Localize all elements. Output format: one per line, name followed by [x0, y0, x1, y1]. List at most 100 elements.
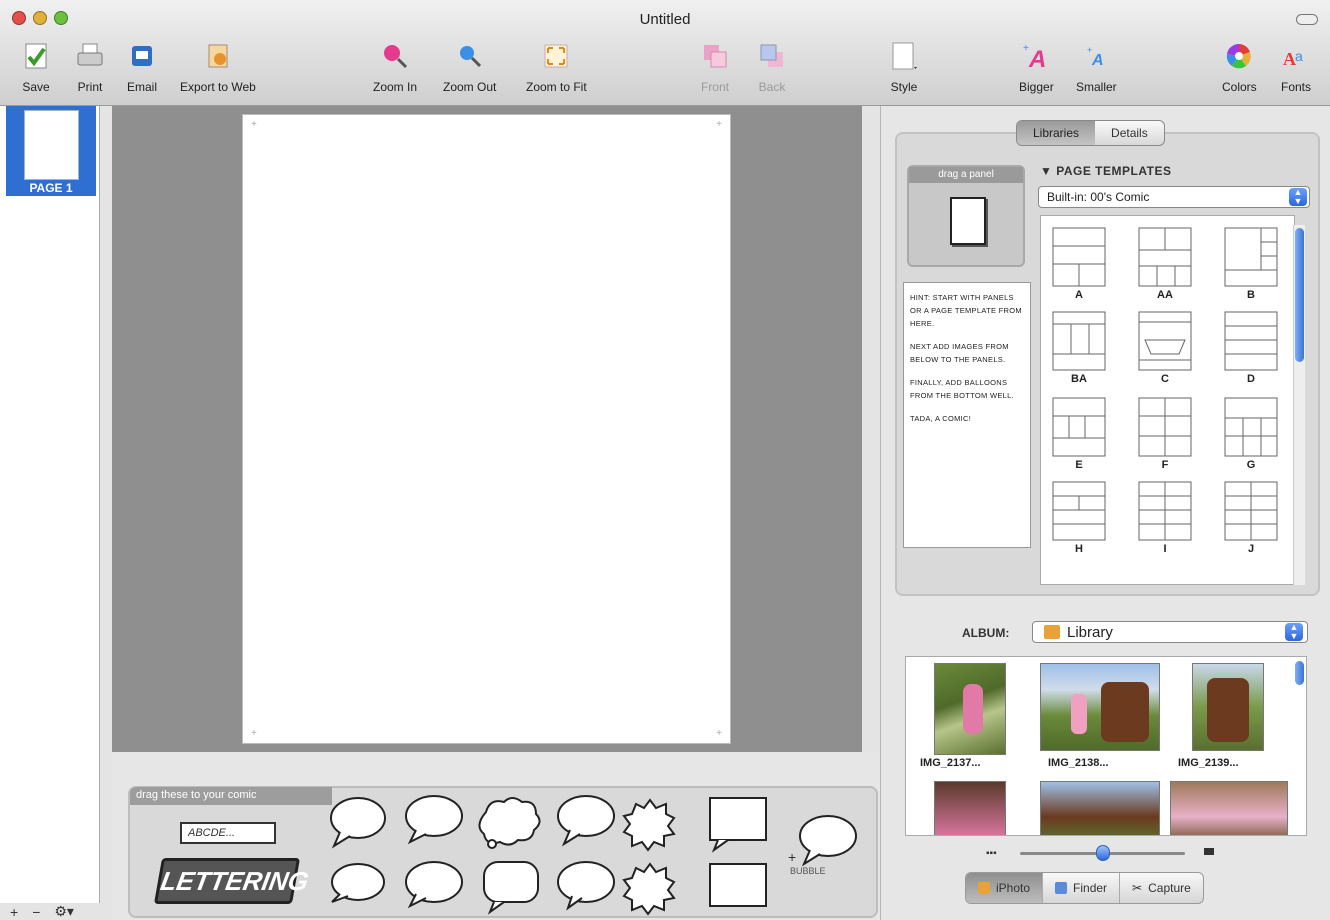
- smaller-button[interactable]: A + Smaller: [1076, 40, 1117, 94]
- caption-box[interactable]: [709, 797, 767, 853]
- speech-balloon[interactable]: [330, 797, 386, 849]
- panel-item[interactable]: [950, 197, 986, 245]
- bigger-button[interactable]: A + Bigger: [1019, 40, 1054, 94]
- zoom-fit-icon: [540, 40, 572, 72]
- remove-page-button[interactable]: −: [32, 904, 40, 920]
- template-item[interactable]: F: [1135, 396, 1195, 471]
- printer-icon: [74, 40, 106, 72]
- photo-thumbnail[interactable]: [1192, 663, 1264, 751]
- balloon-shapes: [330, 795, 767, 916]
- template-item[interactable]: D: [1221, 310, 1281, 385]
- page-templates-heading[interactable]: ▼ PAGE TEMPLATES: [1040, 164, 1171, 178]
- photo-thumbnail[interactable]: [1040, 663, 1160, 751]
- capture-icon: ✂: [1132, 881, 1143, 895]
- page-list: [0, 106, 100, 903]
- photo-scroll-thumb[interactable]: [1295, 661, 1304, 685]
- colors-button[interactable]: Colors: [1222, 40, 1257, 94]
- page-templates-title: PAGE TEMPLATES: [1056, 164, 1172, 178]
- template-item[interactable]: I: [1135, 480, 1195, 555]
- svg-text:+: +: [788, 849, 796, 865]
- template-item[interactable]: B: [1221, 226, 1281, 301]
- print-button[interactable]: Print: [74, 40, 106, 94]
- template-set-value: Built-in: 00's Comic: [1047, 190, 1150, 204]
- rounded-balloon[interactable]: [483, 861, 539, 915]
- finder-button[interactable]: Finder: [1043, 873, 1121, 903]
- photo-thumbnail[interactable]: [934, 781, 1006, 835]
- style-button[interactable]: Style: [888, 40, 920, 94]
- speech-balloon[interactable]: [405, 861, 463, 909]
- page-list-controls: + − ⚙▾: [0, 903, 112, 920]
- back-button[interactable]: Back: [756, 40, 788, 94]
- app-window: Untitled Save Print Email Export to Web …: [0, 0, 1330, 920]
- hint-text: FINALLY, ADD BALLOONS FROM THE BOTTOM WE…: [910, 378, 1014, 400]
- add-page-button[interactable]: +: [10, 904, 18, 920]
- photo-thumbnail[interactable]: [1040, 781, 1160, 835]
- template-label: C: [1161, 373, 1169, 385]
- zoom-out-button[interactable]: Zoom Out: [443, 40, 496, 94]
- export-web-button[interactable]: Export to Web: [180, 40, 256, 94]
- template-label: F: [1161, 459, 1169, 471]
- library-tabs: Libraries Details: [1016, 120, 1165, 146]
- zoom-in-button[interactable]: Zoom In: [373, 40, 417, 94]
- iphoto-button[interactable]: iPhoto: [966, 873, 1044, 903]
- tab-libraries[interactable]: Libraries: [1017, 121, 1096, 145]
- balloon-well-header: drag these to your comic: [130, 787, 332, 805]
- custom-balloon[interactable]: +: [786, 810, 860, 874]
- save-button[interactable]: Save: [20, 40, 52, 94]
- media-source-buttons: iPhoto Finder ✂ Capture: [965, 872, 1204, 904]
- slider-knob[interactable]: [1096, 845, 1110, 861]
- svg-text:+: +: [1023, 43, 1029, 54]
- smaller-text-icon: A +: [1080, 40, 1112, 72]
- template-label: E: [1075, 459, 1083, 471]
- speech-balloon[interactable]: [557, 795, 615, 847]
- photo-label: IMG_2139...: [1178, 757, 1239, 769]
- template-item[interactable]: C: [1135, 310, 1195, 385]
- speech-balloon[interactable]: [405, 795, 463, 845]
- svg-text:A: A: [1028, 46, 1046, 71]
- thought-balloon[interactable]: [478, 797, 541, 849]
- shout-balloon[interactable]: [622, 798, 676, 852]
- photo-thumbnail[interactable]: [934, 663, 1006, 755]
- photo-thumbnail[interactable]: [1170, 781, 1288, 835]
- front-button[interactable]: Front: [699, 40, 731, 94]
- page-corner-mark: +: [251, 119, 257, 130]
- text-field-balloon[interactable]: ABCDE...: [180, 822, 276, 844]
- page-corner-mark: +: [251, 728, 257, 739]
- capture-button[interactable]: ✂ Capture: [1120, 873, 1203, 903]
- whisper-balloon[interactable]: [331, 863, 385, 903]
- template-item[interactable]: A: [1049, 226, 1109, 301]
- album-label: ALBUM:: [962, 626, 1010, 640]
- caption-box[interactable]: [709, 863, 767, 907]
- zoom-fit-button[interactable]: Zoom to Fit: [526, 40, 587, 94]
- fonts-button[interactable]: Aa Fonts: [1280, 40, 1312, 94]
- page-action-button[interactable]: ⚙▾: [54, 903, 74, 920]
- template-item[interactable]: BA: [1049, 310, 1109, 385]
- lettering-balloon[interactable]: LETTERING: [153, 858, 311, 904]
- comic-page[interactable]: + + + +: [242, 114, 731, 744]
- template-label: BA: [1071, 373, 1087, 385]
- template-scroll-thumb[interactable]: [1295, 228, 1304, 362]
- shout-balloon[interactable]: [622, 862, 676, 916]
- template-item[interactable]: H: [1049, 480, 1109, 555]
- template-item[interactable]: E: [1049, 396, 1109, 471]
- template-label: D: [1247, 373, 1255, 385]
- svg-text:+: +: [1087, 45, 1092, 55]
- template-item[interactable]: G: [1221, 396, 1281, 471]
- template-item[interactable]: J: [1221, 480, 1281, 555]
- speech-balloon[interactable]: [557, 861, 615, 911]
- photo-browser: IMG_2137... IMG_2138... IMG_2139...: [905, 656, 1307, 836]
- balloon-label: BUBBLE: [790, 866, 826, 876]
- album-select[interactable]: Library: [1032, 621, 1308, 643]
- page-thumbnail-label: PAGE 1: [29, 181, 73, 195]
- template-set-select[interactable]: Built-in: 00's Comic: [1038, 186, 1310, 208]
- svg-text:A: A: [1091, 52, 1104, 69]
- template-item[interactable]: AA: [1135, 226, 1195, 301]
- email-button[interactable]: Email: [126, 40, 158, 94]
- template-label: A: [1075, 289, 1083, 301]
- album-select-value: Library: [1067, 624, 1113, 641]
- template-label: AA: [1157, 289, 1173, 301]
- tab-details[interactable]: Details: [1095, 121, 1164, 145]
- toolbar-toggle-button[interactable]: [1296, 14, 1318, 25]
- drag-panel-label: drag a panel: [909, 167, 1023, 183]
- hint-text: NEXT ADD IMAGES FROM BELOW TO THE PANELS…: [910, 342, 1009, 364]
